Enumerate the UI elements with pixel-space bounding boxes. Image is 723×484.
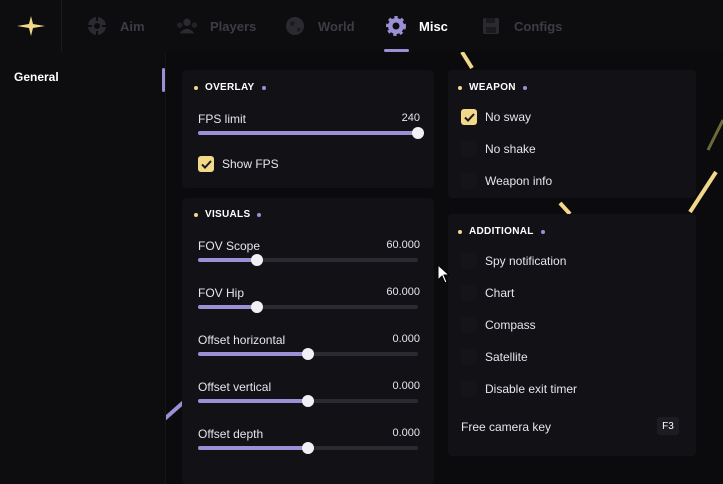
- slider-knob[interactable]: [302, 442, 314, 454]
- visuals-section-header: VISUALS: [194, 209, 262, 220]
- disable-exit-timer-checkbox[interactable]: Disable exit timer: [461, 381, 577, 397]
- players-icon: [176, 15, 198, 37]
- weapon-info-checkbox[interactable]: Weapon info: [461, 173, 552, 189]
- mouse-cursor-icon: [437, 264, 451, 284]
- globe-icon: [284, 15, 306, 37]
- checkbox-unchecked-icon[interactable]: [461, 349, 477, 365]
- overlay-title: OVERLAY: [205, 82, 255, 93]
- no-sway-checkbox[interactable]: No sway: [461, 109, 531, 125]
- tab-configs-label: Configs: [514, 18, 563, 34]
- checkbox-checked-icon[interactable]: [198, 156, 214, 172]
- no-shake-label: No shake: [485, 142, 536, 156]
- slider-track[interactable]: [198, 127, 424, 139]
- offset-vertical-label: Offset vertical: [198, 380, 272, 394]
- tab-aim-label: Aim: [120, 18, 145, 34]
- show-fps-checkbox[interactable]: Show FPS: [198, 156, 279, 172]
- fov-scope-value: 60.000: [386, 239, 420, 251]
- sidebar-active-indicator: [162, 68, 165, 92]
- spy-notification-label: Spy notification: [485, 254, 567, 268]
- checkbox-checked-icon[interactable]: [461, 109, 477, 125]
- crosshair-icon: [86, 15, 108, 37]
- offset-vertical-value: 0.000: [392, 380, 420, 392]
- satellite-label: Satellite: [485, 350, 528, 364]
- no-sway-label: No sway: [485, 110, 532, 124]
- chart-checkbox[interactable]: Chart: [461, 285, 514, 301]
- checkbox-unchecked-icon[interactable]: [461, 141, 477, 157]
- satellite-checkbox[interactable]: Satellite: [461, 349, 528, 365]
- no-shake-checkbox[interactable]: No shake: [461, 141, 536, 157]
- save-icon: [480, 15, 502, 37]
- fps-limit-value: 240: [401, 112, 420, 124]
- offset-depth-label: Offset depth: [198, 427, 264, 441]
- overlay-section-header: OVERLAY: [194, 82, 266, 93]
- offset-horizontal-value: 0.000: [392, 333, 420, 345]
- weapon-section-header: WEAPON: [458, 82, 527, 93]
- slider-track[interactable]: [198, 395, 418, 407]
- additional-section-header: ADDITIONAL: [458, 226, 545, 237]
- slider-fill: [198, 446, 308, 450]
- fps-limit-label: FPS limit: [198, 112, 246, 126]
- fov-hip-value: 60.000: [386, 286, 420, 298]
- slider-track[interactable]: [198, 442, 418, 454]
- chart-label: Chart: [485, 286, 515, 300]
- offset-horizontal-label: Offset horizontal: [198, 333, 286, 347]
- tab-players-label: Players: [210, 18, 257, 34]
- tab-world-label: World: [318, 18, 355, 34]
- slider-knob[interactable]: [412, 127, 424, 139]
- offset-depth-value: 0.000: [392, 427, 420, 439]
- slider-fill: [198, 305, 258, 309]
- checkbox-unchecked-icon[interactable]: [461, 381, 477, 397]
- slider-track[interactable]: [198, 348, 418, 360]
- tab-aim[interactable]: Aim: [86, 0, 145, 52]
- slider-knob[interactable]: [302, 348, 314, 360]
- slider-fill: [198, 352, 308, 356]
- star-logo-icon: [16, 16, 45, 36]
- tab-misc[interactable]: Misc: [385, 0, 448, 52]
- top-nav-bar: Aim Players World Misc Configs: [0, 0, 723, 52]
- spy-notification-checkbox[interactable]: Spy notification: [461, 253, 566, 269]
- free-camera-key-row: Free camera key F3: [461, 417, 679, 435]
- fov-scope-label: FOV Scope: [198, 239, 261, 253]
- tab-world[interactable]: World: [284, 0, 355, 52]
- weapon-title: WEAPON: [469, 82, 516, 93]
- bullet-dot-icon: [194, 212, 198, 217]
- logo: [0, 0, 62, 52]
- fov-hip-label: FOV Hip: [198, 286, 245, 300]
- bullet-dot-icon: [458, 85, 462, 90]
- bullet-dot-icon: [257, 212, 262, 217]
- sidebar: General: [0, 52, 166, 484]
- tab-players[interactable]: Players: [176, 0, 256, 52]
- checkbox-unchecked-icon[interactable]: [461, 285, 477, 301]
- bullet-dot-icon: [522, 85, 527, 90]
- bullet-dot-icon: [261, 85, 266, 90]
- weapon-info-label: Weapon info: [485, 174, 553, 188]
- show-fps-label: Show FPS: [222, 157, 279, 171]
- sidebar-item-general[interactable]: General: [14, 70, 59, 84]
- tab-misc-label: Misc: [419, 18, 448, 34]
- slider-fill: [198, 131, 418, 135]
- free-camera-keybind-button[interactable]: F3: [657, 417, 679, 435]
- checkbox-unchecked-icon[interactable]: [461, 317, 477, 333]
- free-camera-key-label: Free camera key: [461, 420, 552, 434]
- additional-title: ADDITIONAL: [469, 226, 534, 237]
- gear-icon: [385, 15, 407, 37]
- compass-checkbox[interactable]: Compass: [461, 317, 536, 333]
- bullet-dot-icon: [194, 85, 198, 90]
- bullet-dot-icon: [458, 229, 462, 234]
- checkbox-unchecked-icon[interactable]: [461, 173, 477, 189]
- slider-knob[interactable]: [302, 395, 314, 407]
- active-tab-indicator: [384, 49, 409, 52]
- bullet-dot-icon: [540, 229, 545, 234]
- slider-track[interactable]: [198, 254, 418, 266]
- tab-configs[interactable]: Configs: [480, 0, 562, 52]
- disable-exit-timer-label: Disable exit timer: [485, 382, 578, 396]
- slider-fill: [198, 258, 258, 262]
- checkbox-unchecked-icon[interactable]: [461, 253, 477, 269]
- slider-fill: [198, 399, 308, 403]
- slider-track[interactable]: [198, 301, 418, 313]
- compass-label: Compass: [485, 318, 536, 332]
- visuals-title: VISUALS: [205, 209, 251, 220]
